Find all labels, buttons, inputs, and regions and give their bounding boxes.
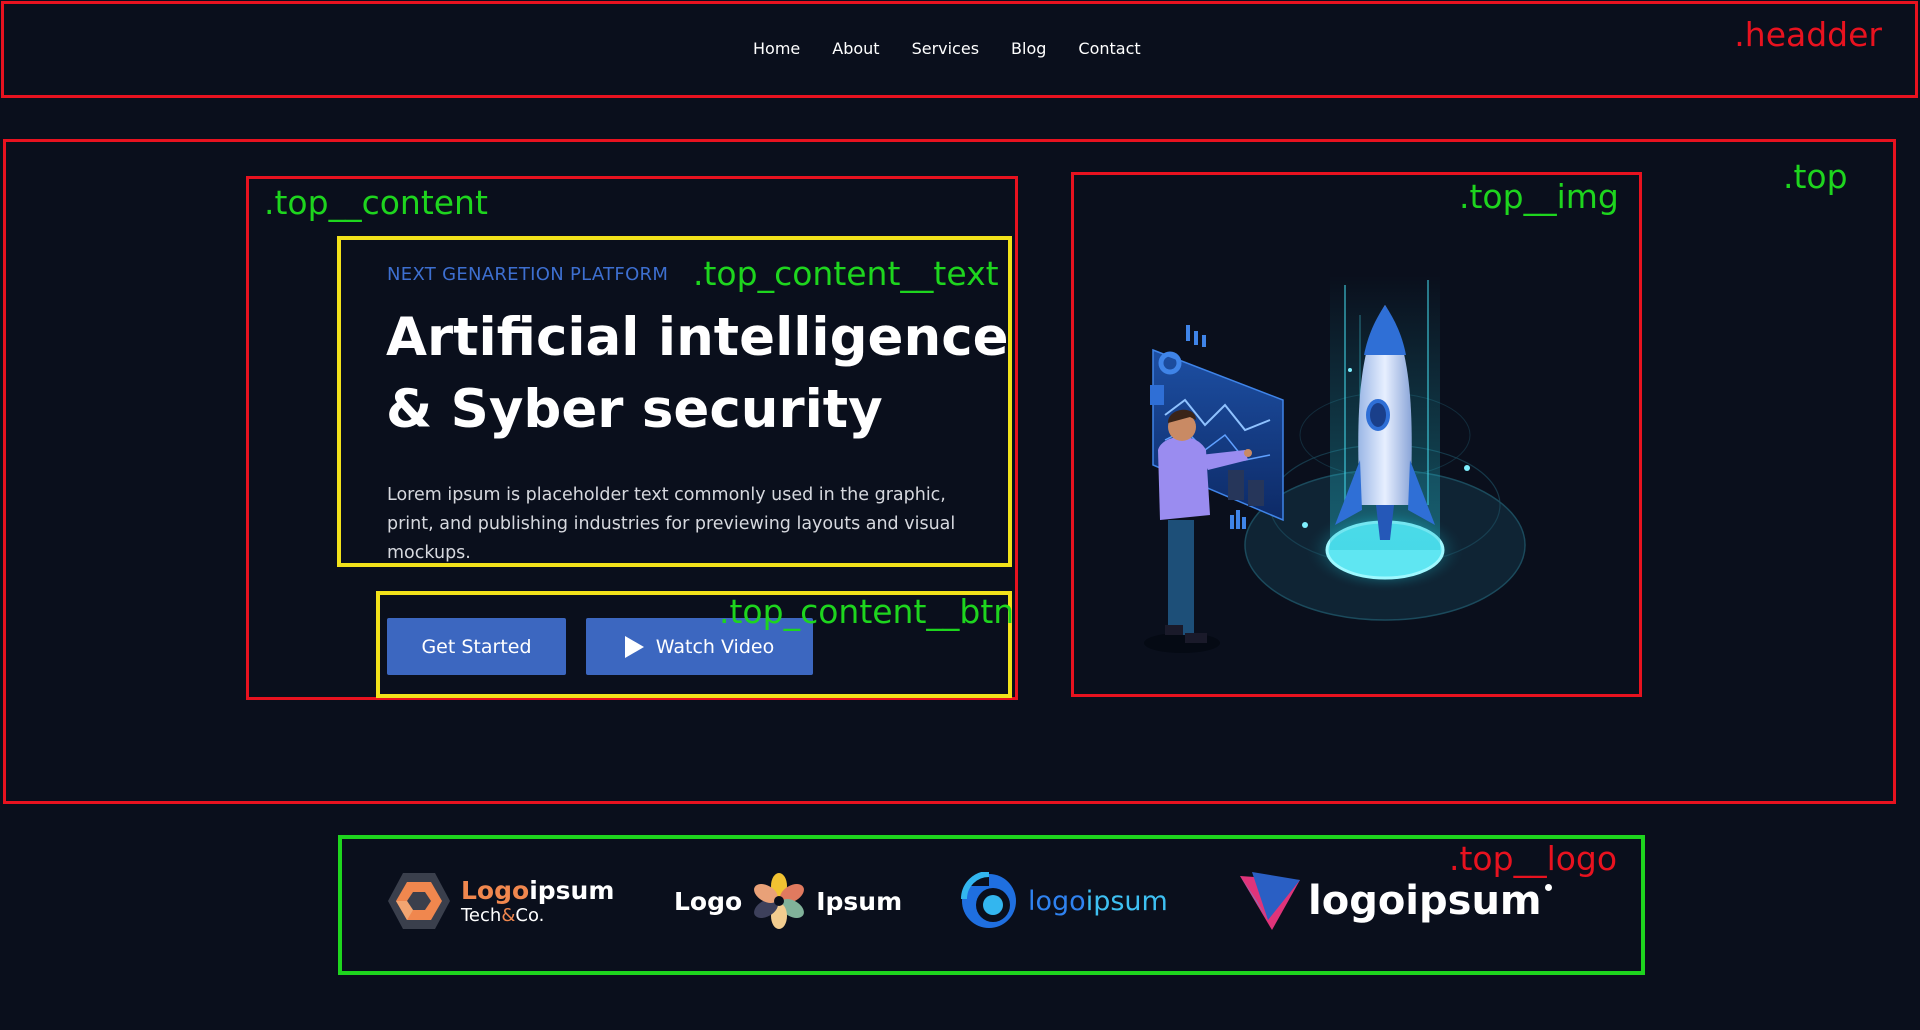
logo1-word-a: Logo <box>461 875 530 905</box>
logo1-tagline-a: Tech <box>461 904 502 926</box>
nav-about[interactable]: About <box>832 39 879 58</box>
nav-services[interactable]: Services <box>912 39 979 58</box>
hero-eyebrow: NEXT GENARETION PLATFORM <box>387 264 669 285</box>
hero-headline-line2: & Syber security <box>386 379 883 440</box>
top-content-annotation-label: .top__content <box>264 183 488 222</box>
triangle-logo-icon <box>1240 872 1300 930</box>
logo1-word-b: ipsum <box>529 875 615 905</box>
rocket-dashboard-illustration <box>1144 275 1526 653</box>
flower-logo-icon <box>754 873 805 929</box>
logo-flower: Logo Ipsum <box>674 872 902 930</box>
swirl-logo-icon <box>960 872 1016 928</box>
logo2-left: Logo <box>674 886 743 916</box>
logo2-right: Ipsum <box>816 886 903 916</box>
get-started-button[interactable]: Get Started <box>387 618 566 675</box>
main-nav: Home About Services Blog Contact <box>753 39 1141 58</box>
top-img-annotation-label: .top__img <box>1459 177 1619 216</box>
top-content-text-annotation-label: .top_content__text <box>693 254 999 293</box>
nav-blog[interactable]: Blog <box>1011 39 1046 58</box>
hero-headline: Artificial intelligence & Syber security <box>386 302 1009 446</box>
top-content-btn-annotation-label: .top_content__btn <box>719 592 1015 631</box>
logo1-tagline-amp: & <box>501 904 516 926</box>
hero-headline-line1: Artificial intelligence <box>386 307 1009 368</box>
logo1-tagline-b: Co. <box>515 904 545 926</box>
logo3-word-a: logo <box>1028 885 1086 917</box>
logo-triangle: logoipsum <box>1238 870 1552 932</box>
get-started-label: Get Started <box>421 635 532 658</box>
watch-video-label: Watch Video <box>655 635 775 658</box>
nav-home[interactable]: Home <box>753 39 800 58</box>
logo4-dot <box>1544 883 1552 891</box>
logo-swirl: logoipsum <box>960 872 1168 930</box>
nav-contact[interactable]: Contact <box>1078 39 1140 58</box>
header-annotation-label: .headder <box>1734 15 1882 54</box>
top-annotation-label: .top <box>1783 157 1848 196</box>
logo4-word: logoipsum <box>1308 878 1542 924</box>
play-icon <box>624 635 644 658</box>
logo3-word-b: ipsum <box>1085 885 1168 917</box>
hero-description: Lorem ipsum is placeholder text commonly… <box>387 485 956 563</box>
logo-techco: Logoipsum Tech&Co. <box>387 870 614 932</box>
hexagon-logo-icon <box>388 873 450 929</box>
